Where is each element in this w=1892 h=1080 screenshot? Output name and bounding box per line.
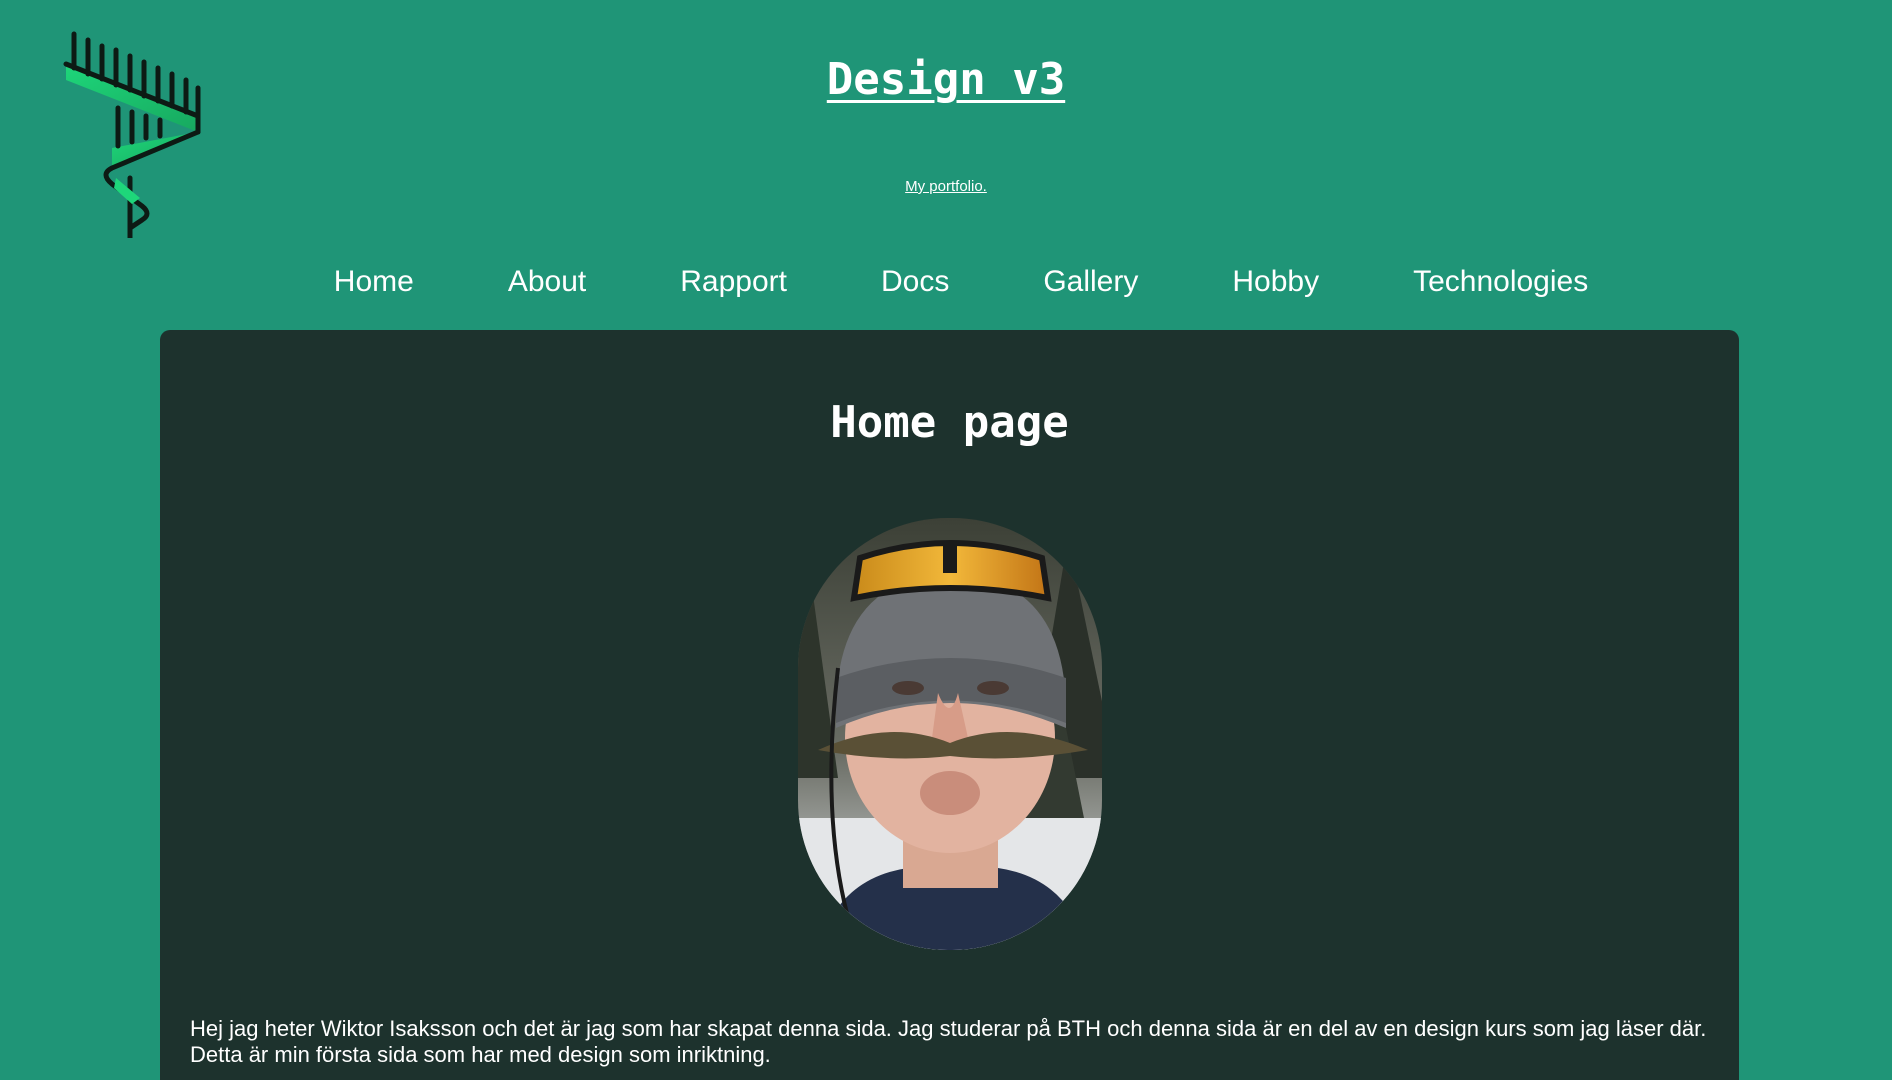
nav-item-gallery[interactable]: Gallery [1043, 258, 1138, 306]
tagline: My portfolio. [0, 178, 1892, 195]
portrait-image [798, 518, 1102, 950]
page-heading: Home page [830, 397, 1069, 448]
portrait-photo [798, 518, 1102, 950]
nav-item-docs[interactable]: Docs [881, 258, 949, 306]
nav-item-technologies[interactable]: Technologies [1413, 258, 1588, 306]
nav-item-rapport[interactable]: Rapport [680, 258, 787, 306]
intro-text: Hej jag heter Wiktor Isaksson och det är… [190, 1016, 1707, 1067]
nav-item-home[interactable]: Home [334, 258, 414, 306]
tagline-link[interactable]: My portfolio. [905, 178, 987, 195]
site-title-link[interactable]: Design v3 [827, 54, 1065, 105]
main-nav: Home About Rapport Docs Gallery Hobby Te… [0, 258, 1892, 306]
page: Design v3 My portfolio. Home About Rappo… [0, 0, 1892, 1080]
main-content: Home page Hej jag heter Wiktor Isaksson … [160, 330, 1739, 1080]
nav-item-about[interactable]: About [508, 258, 586, 306]
site-title: Design v3 [0, 48, 1892, 112]
nav-item-hobby[interactable]: Hobby [1232, 258, 1319, 306]
